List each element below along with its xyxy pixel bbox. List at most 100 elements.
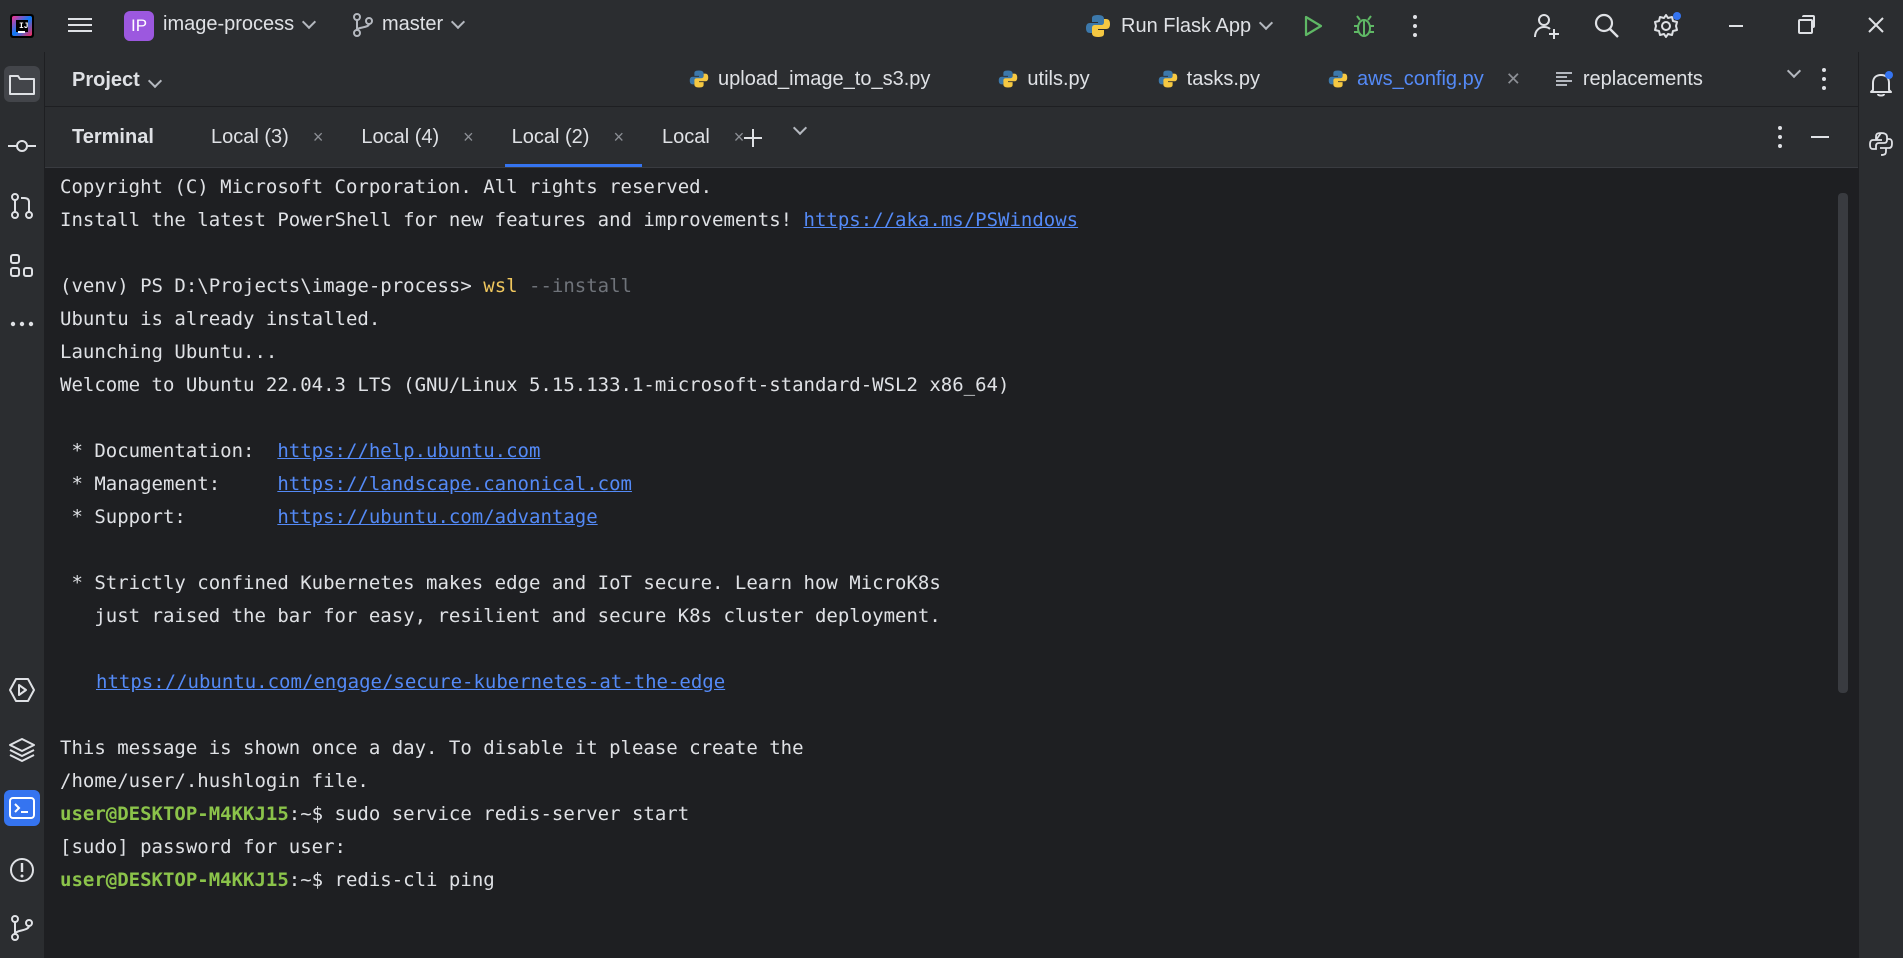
tab-list-chevron-icon[interactable] [1786, 63, 1802, 79]
command-arg: --install [517, 275, 632, 297]
chevron-down-icon [302, 14, 317, 29]
minimize-window-icon[interactable] [1716, 10, 1756, 40]
terminal-line: https://ubuntu.com/engage/secure-kuberne… [96, 671, 725, 693]
editor-tab-replacements[interactable]: replacements [1527, 52, 1725, 106]
terminal-line: Launching Ubuntu... [60, 341, 278, 363]
editor-tab-tasks[interactable]: tasks.py [1112, 52, 1282, 106]
python-console-icon[interactable] [1863, 126, 1899, 162]
command-text: redis-cli ping [334, 869, 495, 891]
terminal-scrollbar[interactable] [1838, 193, 1848, 693]
services-icon[interactable] [4, 672, 40, 708]
git-icon[interactable] [4, 910, 40, 946]
editor-more-icon[interactable] [1821, 66, 1827, 92]
python-packages-icon[interactable] [4, 732, 40, 768]
tab-label: upload_image_to_s3.py [718, 67, 931, 90]
terminal-icon[interactable] [4, 790, 40, 826]
chevron-down-icon [147, 73, 162, 89]
add-user-icon[interactable] [1533, 12, 1561, 40]
terminal-title: Terminal [72, 126, 154, 148]
pull-requests-icon[interactable] [4, 188, 40, 224]
hide-terminal-icon[interactable] [1811, 136, 1829, 138]
command-text: wsl [483, 275, 518, 297]
python-file-icon [999, 70, 1018, 88]
project-badge[interactable]: IP [124, 11, 154, 41]
python-file-icon [1328, 70, 1348, 88]
branch-icon [353, 13, 373, 37]
run-config-selector[interactable]: Run Flask App [1085, 10, 1274, 42]
editor-tab-aws-config[interactable]: aws_config.py ✕ [1282, 52, 1527, 106]
terminal-tab-local-3[interactable]: Local (3) × [195, 107, 345, 167]
terminal-line: Install the latest PowerShell for new fe… [60, 209, 1078, 231]
terminal-link[interactable]: https://ubuntu.com/advantage [277, 506, 597, 528]
tab-label: Local (3) [211, 125, 289, 148]
tab-label: tasks.py [1186, 67, 1260, 90]
terminal-link[interactable]: https://help.ubuntu.com [277, 440, 540, 462]
branch-name: master [382, 13, 444, 35]
left-toolbar [0, 52, 45, 958]
terminal-options-chevron-icon[interactable] [792, 120, 808, 136]
restore-window-icon[interactable] [1786, 10, 1826, 40]
settings-gear-icon[interactable] [1652, 11, 1682, 41]
problems-icon[interactable] [4, 852, 40, 888]
intellij-logo-icon[interactable]: IJ [10, 14, 34, 38]
close-tab-icon[interactable]: × [613, 127, 624, 148]
terminal-link[interactable]: https://ubuntu.com/engage/secure-kuberne… [96, 671, 725, 693]
new-terminal-plus-icon[interactable] [742, 127, 764, 149]
terminal-line: just raised the bar for easy, resilient … [60, 605, 941, 627]
terminal-line: * Documentation: https://help.ubuntu.com [60, 440, 540, 462]
close-tab-icon[interactable]: ✕ [1506, 69, 1521, 90]
tab-label: utils.py [1027, 67, 1090, 90]
terminal-line: This message is shown once a day. To dis… [60, 737, 804, 759]
python-file-icon [1158, 70, 1177, 88]
project-pane-header: Project [45, 52, 667, 106]
terminal-header: Terminal Local (3) × Local (4) × Local (2)… [45, 107, 1858, 168]
project-folder-icon[interactable] [4, 66, 40, 102]
chevron-down-icon [1259, 15, 1274, 31]
terminal-line: * Support: https://ubuntu.com/advantage [60, 506, 597, 528]
terminal-output[interactable]: Copyright (C) Microsoft Corporation. All… [45, 168, 1858, 958]
branch-selector[interactable]: master [382, 13, 466, 36]
terminal-line: Welcome to Ubuntu 22.04.3 LTS (GNU/Linux… [60, 374, 1010, 396]
search-icon[interactable] [1593, 12, 1621, 40]
terminal-line: Copyright (C) Microsoft Corporation. All… [60, 176, 713, 198]
line-text: Install the latest PowerShell for new fe… [60, 209, 804, 231]
project-pane-selector[interactable]: Project [72, 69, 162, 92]
title-bar: IJ IP image-process master Run Flask App [0, 0, 1903, 52]
command-text: sudo service redis-server start [334, 803, 690, 825]
editor-tab-bar: Project upload_image_to_s3.py utils.py t… [45, 52, 1858, 107]
line-text: * Documentation: [60, 440, 278, 462]
notifications-bell-icon[interactable] [1863, 66, 1899, 102]
tab-label: replacements [1582, 67, 1703, 90]
project-name: image-process [163, 13, 295, 35]
structure-icon[interactable] [4, 248, 40, 284]
terminal-more-icon[interactable] [1777, 124, 1783, 150]
main-menu-icon[interactable] [68, 14, 92, 36]
terminal-line: (venv) PS D:\Projects\image-process> wsl… [60, 275, 632, 297]
editor-tab-utils[interactable]: utils.py [952, 52, 1111, 106]
project-selector[interactable]: image-process [163, 13, 317, 36]
terminal-link[interactable]: https://landscape.canonical.com [277, 473, 632, 495]
line-text: * Support: [60, 506, 278, 528]
terminal-tab-local-4[interactable]: Local (4) × [345, 107, 495, 167]
close-tab-icon[interactable]: × [313, 127, 324, 148]
prompt-path: :~$ [288, 803, 335, 825]
tab-label: Local (4) [361, 125, 440, 148]
tab-label: Local [661, 125, 710, 148]
debug-icon[interactable] [1352, 13, 1376, 39]
prompt-text: (venv) PS D:\Projects\image-process> [60, 275, 484, 297]
terminal-line: user@DESKTOP-M4KKJ15:~$ redis-cli ping [60, 869, 495, 891]
run-icon[interactable] [1302, 14, 1324, 38]
close-tab-icon[interactable]: × [463, 127, 474, 148]
more-tools-icon[interactable] [4, 306, 40, 342]
close-window-icon[interactable] [1856, 10, 1896, 40]
terminal-tab-local-2[interactable]: Local (2) × [496, 107, 646, 167]
line-text: * Management: [60, 473, 278, 495]
chevron-down-icon [451, 14, 466, 29]
tab-label: Local (2) [511, 125, 590, 148]
editor-tab-upload-image[interactable]: upload_image_to_s3.py [667, 52, 952, 106]
commit-icon[interactable] [4, 128, 40, 164]
python-file-icon [689, 70, 709, 88]
terminal-line: /home/user/.hushlogin file. [60, 770, 369, 792]
more-actions-icon[interactable] [1412, 13, 1418, 39]
terminal-link[interactable]: https://aka.ms/PSWindows [804, 209, 1079, 231]
